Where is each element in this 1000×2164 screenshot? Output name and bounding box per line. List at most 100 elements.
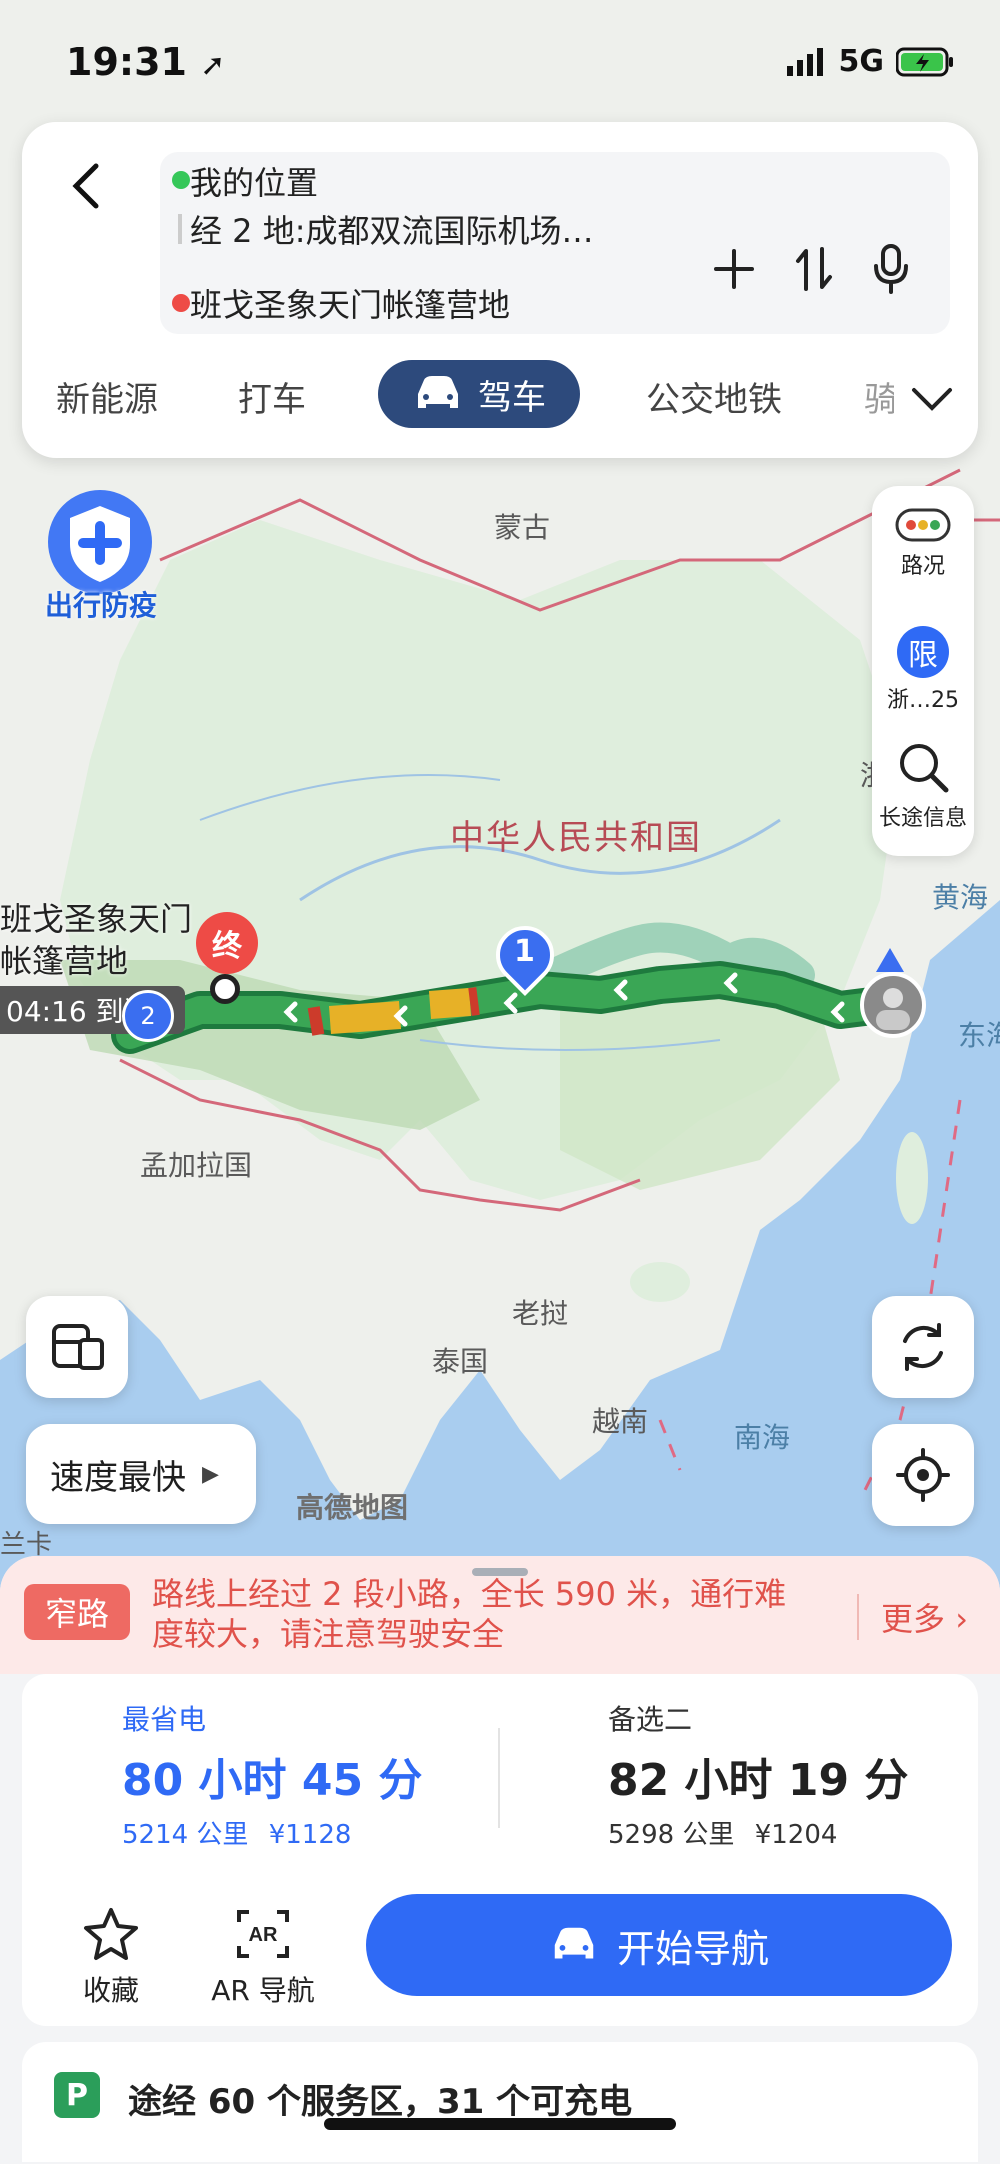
back-arrow-icon[interactable] <box>58 156 118 216</box>
route-option-2[interactable]: 备选二 82 小时 19 分 5298 公里 ¥1204 <box>608 1698 908 1851</box>
service-area-info[interactable]: P 途经 60 个服务区，31 个可充电 <box>22 2042 978 2162</box>
long-trip-info[interactable]: 长途信息 <box>872 740 974 832</box>
route-option-1[interactable]: 最省电 80 小时 45 分 5214 公里 ¥1128 <box>122 1698 422 1851</box>
locate-button[interactable] <box>872 1424 974 1526</box>
swap-icon[interactable] <box>794 245 834 293</box>
map-label-east-sea: 东海 <box>958 1019 1000 1052</box>
waypoint-1-label: 1 <box>514 934 535 969</box>
parking-icon: P <box>54 2072 100 2118</box>
warning-more-label: 更多 <box>881 1600 946 1638</box>
travel-mode-tabs: 新能源 打车 驾车 公交地铁 骑 <box>22 358 978 438</box>
refresh-icon <box>903 1323 943 1371</box>
triangle-right-icon: ▶ <box>202 1461 219 1487</box>
option-2-time: 82 小时 19 分 <box>608 1755 909 1806</box>
car-icon <box>554 1927 594 1959</box>
shield-plus-icon <box>48 490 152 594</box>
chevron-right-icon: › <box>955 1600 968 1638</box>
route-preference-label: 速度最快 <box>50 1457 186 1498</box>
tab-more-partial[interactable]: 骑 <box>864 372 894 421</box>
map-label-thailand: 泰国 <box>432 1345 489 1378</box>
route-preference-button[interactable]: 速度最快 ▶ <box>26 1424 256 1524</box>
option-2-distance: 5298 公里 <box>608 1820 735 1850</box>
option-1-distance: 5214 公里 <box>122 1820 249 1850</box>
option-divider <box>498 1728 500 1828</box>
star-icon <box>84 1908 138 1960</box>
map-tool-panel: 路况 限 浙…25 长途信息 <box>872 486 974 856</box>
option-2-label: 备选二 <box>608 1703 693 1736</box>
epidemic-travel-badge[interactable]: 出行防疫 <box>26 486 176 624</box>
add-waypoint-icon[interactable] <box>712 247 756 291</box>
favorite-button[interactable]: 收藏 <box>56 1906 166 2009</box>
narrow-road-warning[interactable]: 窄路 路线上经过 2 段小路，全长 590 米，通行难度较大，请注意驾驶安全 更… <box>0 1556 1000 1674</box>
map-label-bangladesh: 孟加拉国 <box>140 1149 253 1182</box>
end-marker-label: 终 <box>212 929 242 964</box>
restriction-plate: 浙…25 <box>887 688 959 713</box>
traffic-toggle[interactable]: 路况 <box>872 508 974 580</box>
waypoint-field[interactable]: 经 2 地:成都双流国际机场… <box>190 206 594 252</box>
service-area-text: 途经 60 个服务区，31 个可充电 <box>128 2082 633 2122</box>
signal-icon <box>786 47 823 76</box>
waypoint-2-label: 2 <box>140 1002 156 1030</box>
ar-icon: AR <box>237 1910 289 1958</box>
destination-field[interactable]: 班戈圣象天门帐篷营地 <box>190 280 510 326</box>
heading-arrow-icon <box>876 948 904 972</box>
tab-transit[interactable]: 公交地铁 <box>646 372 782 421</box>
route-preview-button[interactable] <box>26 1296 128 1398</box>
route-input-card: 我的位置 经 2 地:成都双流国际机场… 班戈圣象天门帐篷营地 新能源 打车 驾… <box>22 122 978 458</box>
end-marker[interactable]: 终 <box>196 912 258 974</box>
bus-route-icon <box>52 1324 104 1370</box>
refresh-route-button[interactable] <box>872 1296 974 1398</box>
long-trip-label: 长途信息 <box>878 806 967 831</box>
ar-nav-label: AR 导航 <box>211 1974 315 2007</box>
start-navigation-button[interactable]: 开始导航 <box>366 1894 952 1996</box>
waypoint-2-marker[interactable]: 2 <box>122 990 174 1042</box>
route-options-card: 最省电 80 小时 45 分 5214 公里 ¥1128 备选二 82 小时 1… <box>22 1674 978 2026</box>
destination-name-line2: 帐篷营地 <box>0 942 129 980</box>
map-label-mongolia: 蒙古 <box>494 511 551 544</box>
home-indicator[interactable] <box>324 2118 676 2130</box>
map-label-laos: 老挝 <box>512 1297 569 1330</box>
route-bottom-sheet: 窄路 路线上经过 2 段小路，全长 590 米，通行难度较大，请注意驾驶安全 更… <box>0 1556 1000 2164</box>
plate-restriction[interactable]: 限 浙…25 <box>872 626 974 714</box>
destination-name-line1: 班戈圣象天门 <box>0 900 193 938</box>
ar-navigation-button[interactable]: AR AR 导航 <box>208 1906 318 2009</box>
search-icon <box>900 744 949 793</box>
option-1-time: 80 小时 45 分 <box>122 1755 423 1806</box>
status-time: 19:31 ➚ <box>66 40 225 84</box>
car-icon <box>418 376 458 408</box>
end-point-dot <box>210 974 240 1004</box>
tab-drive[interactable]: 驾车 <box>378 360 580 428</box>
start-navigation-label: 开始导航 <box>616 1926 769 1971</box>
route-points: 我的位置 经 2 地:成都双流国际机场… 班戈圣象天门帐篷营地 <box>160 152 950 334</box>
restriction-icon: 限 <box>897 626 949 678</box>
map-label-vietnam: 越南 <box>592 1405 649 1438</box>
route-connector <box>178 214 182 244</box>
tab-new-energy[interactable]: 新能源 <box>56 372 158 421</box>
warning-more-link[interactable]: 更多 › <box>857 1594 968 1640</box>
origin-field[interactable]: 我的位置 <box>190 158 318 204</box>
destination-map-label[interactable]: 班戈圣象天门 帐篷营地 <box>0 898 192 982</box>
route-actions <box>712 244 910 294</box>
microphone-icon[interactable] <box>872 244 910 294</box>
status-time-text: 19:31 <box>66 40 187 84</box>
map-label-south-sea: 南海 <box>734 1421 791 1454</box>
user-location-avatar[interactable] <box>860 972 926 1038</box>
network-type: 5G <box>838 44 885 79</box>
option-1-cost: ¥1128 <box>268 1820 352 1850</box>
map-watermark: 高德地图 <box>296 1491 409 1524</box>
svg-text:AR: AR <box>249 1924 278 1946</box>
chevron-down-icon[interactable] <box>910 384 954 414</box>
option-1-label: 最省电 <box>122 1703 207 1736</box>
favorite-label: 收藏 <box>82 1974 139 2007</box>
avatar-photo <box>876 988 910 1030</box>
warning-text: 路线上经过 2 段小路，全长 590 米，通行难度较大，请注意驾驶安全 <box>152 1575 787 1653</box>
origin-dot-icon <box>172 171 190 189</box>
option-2-cost: ¥1204 <box>754 1820 838 1850</box>
traffic-light-icon <box>895 508 951 542</box>
locate-target-icon <box>896 1448 950 1502</box>
tab-taxi[interactable]: 打车 <box>238 372 306 421</box>
battery-charging-icon <box>896 47 953 76</box>
tab-drive-label: 驾车 <box>478 377 546 418</box>
warning-badge: 窄路 <box>24 1584 130 1640</box>
location-arrow-icon: ➚ <box>200 48 226 83</box>
